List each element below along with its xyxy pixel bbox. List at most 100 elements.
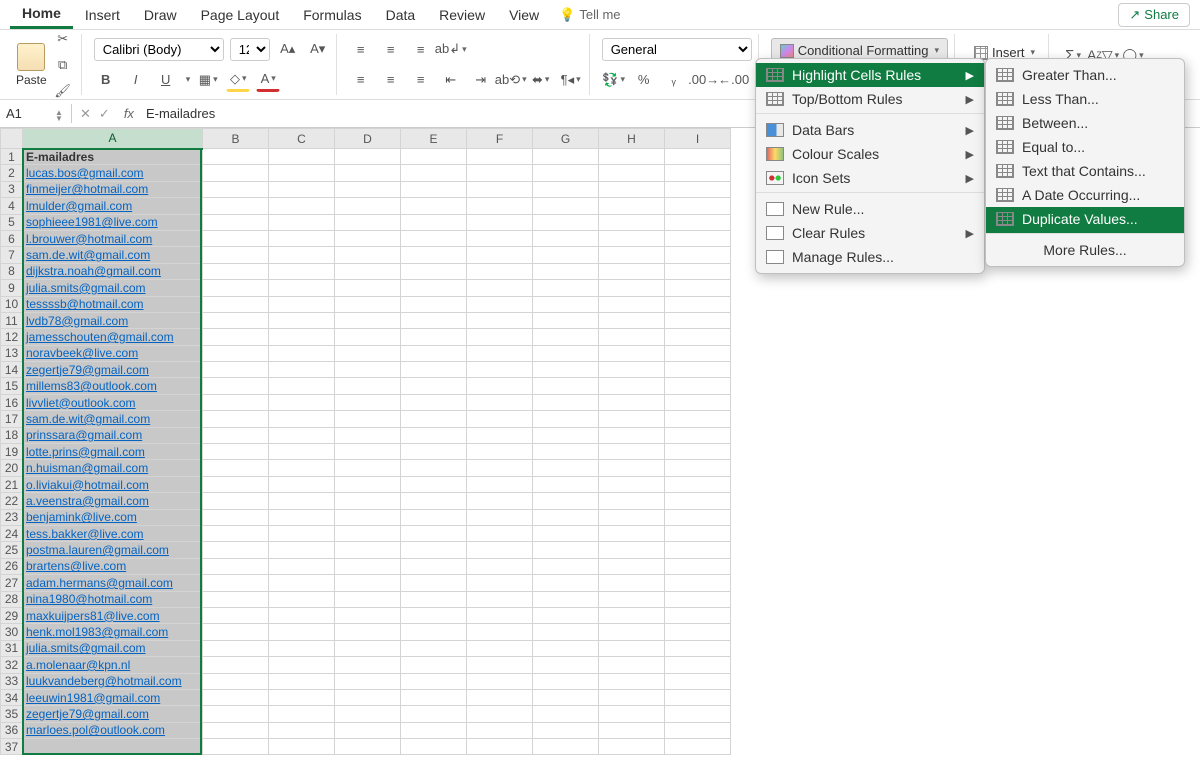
- comma-button[interactable]: ᵧ: [662, 68, 686, 92]
- cell[interactable]: [665, 706, 731, 722]
- cell[interactable]: [599, 263, 665, 279]
- cell[interactable]: [401, 165, 467, 181]
- cell[interactable]: [467, 739, 533, 755]
- cell[interactable]: [401, 591, 467, 607]
- cell[interactable]: [599, 689, 665, 705]
- row-header[interactable]: 12: [1, 329, 23, 345]
- cell[interactable]: millems83@outlook.com: [23, 378, 203, 394]
- email-link[interactable]: zegertje79@gmail.com: [26, 707, 149, 721]
- row-header[interactable]: 13: [1, 345, 23, 361]
- cell[interactable]: [269, 739, 335, 755]
- cell[interactable]: [203, 263, 269, 279]
- cell[interactable]: [203, 181, 269, 197]
- row-header[interactable]: 4: [1, 198, 23, 214]
- cell[interactable]: jamesschouten@gmail.com: [23, 329, 203, 345]
- cell[interactable]: [533, 460, 599, 476]
- cell[interactable]: [203, 739, 269, 755]
- cell[interactable]: n.huisman@gmail.com: [23, 460, 203, 476]
- row-header[interactable]: 11: [1, 312, 23, 328]
- cell[interactable]: [203, 493, 269, 509]
- row-header[interactable]: 22: [1, 493, 23, 509]
- copy-button[interactable]: ⧉: [51, 53, 75, 77]
- cell[interactable]: [401, 394, 467, 410]
- cell[interactable]: [401, 214, 467, 230]
- cell[interactable]: [533, 525, 599, 541]
- menu-item-greater-than[interactable]: Greater Than...: [986, 63, 1184, 87]
- cell[interactable]: lmulder@gmail.com: [23, 198, 203, 214]
- cell[interactable]: [203, 657, 269, 673]
- cell[interactable]: [401, 542, 467, 558]
- cell[interactable]: [467, 230, 533, 246]
- tab-home[interactable]: Home: [10, 0, 73, 29]
- menu-item-more-rules[interactable]: More Rules...: [986, 238, 1184, 262]
- cell[interactable]: [269, 444, 335, 460]
- cell[interactable]: [533, 411, 599, 427]
- cell[interactable]: [599, 296, 665, 312]
- cell[interactable]: [467, 575, 533, 591]
- cell[interactable]: [401, 181, 467, 197]
- row-header[interactable]: 36: [1, 722, 23, 738]
- cell[interactable]: [401, 722, 467, 738]
- cell[interactable]: [401, 378, 467, 394]
- cell[interactable]: [599, 591, 665, 607]
- email-link[interactable]: lucas.bos@gmail.com: [26, 166, 144, 180]
- cell[interactable]: adam.hermans@gmail.com: [23, 575, 203, 591]
- row-header[interactable]: 26: [1, 558, 23, 574]
- cell[interactable]: sophieee1981@live.com: [23, 214, 203, 230]
- row-header[interactable]: 8: [1, 263, 23, 279]
- cell[interactable]: [533, 689, 599, 705]
- cell[interactable]: [533, 575, 599, 591]
- cell[interactable]: [269, 525, 335, 541]
- email-link[interactable]: luukvandeberg@hotmail.com: [26, 674, 182, 688]
- email-link[interactable]: zegertje79@gmail.com: [26, 363, 149, 377]
- cell[interactable]: [665, 263, 731, 279]
- email-link[interactable]: sam.de.wit@gmail.com: [26, 412, 150, 426]
- cell[interactable]: [599, 476, 665, 492]
- cell[interactable]: [203, 411, 269, 427]
- cell[interactable]: [467, 640, 533, 656]
- cell[interactable]: [599, 247, 665, 263]
- cell[interactable]: [203, 689, 269, 705]
- cell[interactable]: [533, 296, 599, 312]
- cell[interactable]: [335, 427, 401, 443]
- cell[interactable]: [665, 329, 731, 345]
- cell[interactable]: julia.smits@gmail.com: [23, 640, 203, 656]
- row-header[interactable]: 25: [1, 542, 23, 558]
- cell[interactable]: [203, 378, 269, 394]
- cell[interactable]: [599, 165, 665, 181]
- cell[interactable]: [203, 558, 269, 574]
- cell[interactable]: [335, 689, 401, 705]
- cell[interactable]: [467, 362, 533, 378]
- cell[interactable]: [533, 345, 599, 361]
- cell[interactable]: [335, 739, 401, 755]
- cell[interactable]: [533, 394, 599, 410]
- email-link[interactable]: a.molenaar@kpn.nl: [26, 658, 130, 672]
- cell[interactable]: [203, 329, 269, 345]
- cell[interactable]: [467, 247, 533, 263]
- cell[interactable]: l.brouwer@hotmail.com: [23, 230, 203, 246]
- cell[interactable]: [467, 312, 533, 328]
- row-header[interactable]: 32: [1, 657, 23, 673]
- column-header-G[interactable]: G: [533, 129, 599, 149]
- row-header[interactable]: 16: [1, 394, 23, 410]
- tab-view[interactable]: View: [497, 2, 551, 28]
- cell[interactable]: [269, 493, 335, 509]
- cell[interactable]: luukvandeberg@hotmail.com: [23, 673, 203, 689]
- cell[interactable]: [665, 362, 731, 378]
- cell[interactable]: [401, 525, 467, 541]
- cell[interactable]: [533, 165, 599, 181]
- cell[interactable]: [335, 411, 401, 427]
- cell[interactable]: [599, 230, 665, 246]
- row-header[interactable]: 20: [1, 460, 23, 476]
- menu-item-new-rule[interactable]: New Rule...: [756, 197, 984, 221]
- cell[interactable]: [599, 312, 665, 328]
- email-link[interactable]: benjamink@live.com: [26, 510, 137, 524]
- cell[interactable]: [467, 149, 533, 165]
- menu-item-highlight-cells-rules[interactable]: Highlight Cells Rules▶: [756, 63, 984, 87]
- cell[interactable]: [599, 214, 665, 230]
- cell[interactable]: [335, 329, 401, 345]
- cell[interactable]: [269, 706, 335, 722]
- cell[interactable]: [401, 444, 467, 460]
- cell[interactable]: [533, 493, 599, 509]
- cell[interactable]: [599, 394, 665, 410]
